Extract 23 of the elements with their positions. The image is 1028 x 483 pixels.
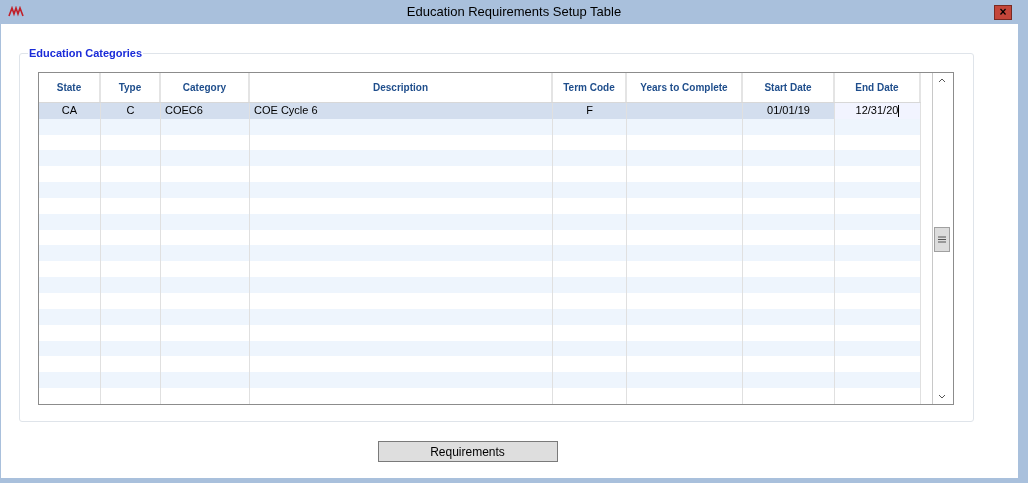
column-header[interactable]: Description <box>250 73 553 102</box>
column-header[interactable]: Years to Complete <box>627 73 743 102</box>
logo-icon <box>8 6 24 18</box>
scroll-down-icon[interactable] <box>936 393 947 401</box>
scrollbar[interactable] <box>932 73 950 404</box>
table-cell-text: CA <box>61 103 78 119</box>
column-header[interactable]: Start Date <box>743 73 835 102</box>
table-cell-text: C <box>126 103 135 119</box>
scroll-thumb[interactable] <box>933 227 950 252</box>
column-header[interactable]: State <box>39 73 101 102</box>
grip-icon <box>937 236 946 243</box>
table-cell-text: COE Cycle 6 <box>254 103 318 119</box>
column-header[interactable]: End Date <box>835 73 921 102</box>
table-cell-text: 01/01/19 <box>767 103 810 119</box>
window-title: Education Requirements Setup Table <box>406 3 622 22</box>
scroll-up-icon[interactable] <box>936 76 947 84</box>
requirements-button[interactable]: Requirements <box>377 441 558 462</box>
column-header[interactable]: Type <box>101 73 161 102</box>
column-header[interactable]: Term Code <box>553 73 627 102</box>
column-header[interactable]: Category <box>161 73 250 102</box>
table-cell-text: COEC6 <box>165 103 203 119</box>
table-cell-text: F <box>586 103 593 119</box>
close-button[interactable]: × <box>994 4 1012 20</box>
